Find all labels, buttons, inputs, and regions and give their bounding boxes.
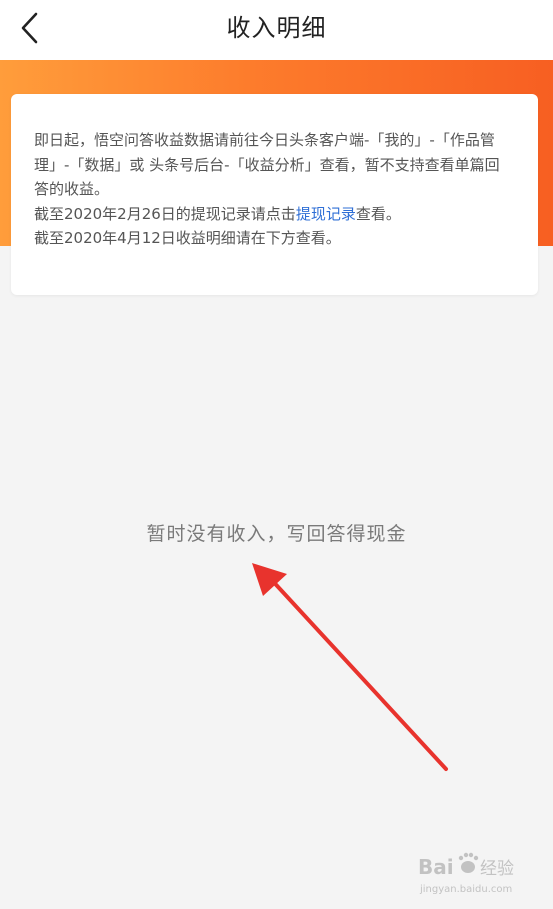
paw-icon <box>458 852 479 873</box>
notice-line-2-suffix: 查看。 <box>355 204 401 223</box>
notice-line-2-prefix: 截至2020年2月26日的提现记录请点击 <box>34 204 296 223</box>
baidu-jingyan-watermark: Bai 经验 jingyan.baidu.com <box>418 852 514 895</box>
notice-text: 即日起，悟空问答收益数据请前往今日头条客户端-「我的」-「作品管理」-「数据」或… <box>34 128 514 251</box>
arrow-head <box>252 563 287 596</box>
notice-line-1: 即日起，悟空问答收益数据请前往今日头条客户端-「我的」-「作品管理」-「数据」或… <box>34 131 500 198</box>
withdraw-records-link[interactable]: 提现记录 <box>296 205 356 223</box>
top-bar: 收入明细 <box>0 0 553 60</box>
watermark-url: jingyan.baidu.com <box>419 884 512 895</box>
watermark-brand: Bai <box>418 855 454 879</box>
arrow-shaft <box>266 574 448 771</box>
page-title: 收入明细 <box>226 14 327 42</box>
notice-line-3: 截至2020年4月12日收益明细请在下方查看。 <box>34 229 341 247</box>
notice-line-2: 截至2020年2月26日的提现记录请点击提现记录查看。 <box>34 202 514 227</box>
empty-state-message: 暂时没有收入，写回答得现金 <box>146 523 407 545</box>
watermark-brand-suffix: 经验 <box>480 859 514 879</box>
